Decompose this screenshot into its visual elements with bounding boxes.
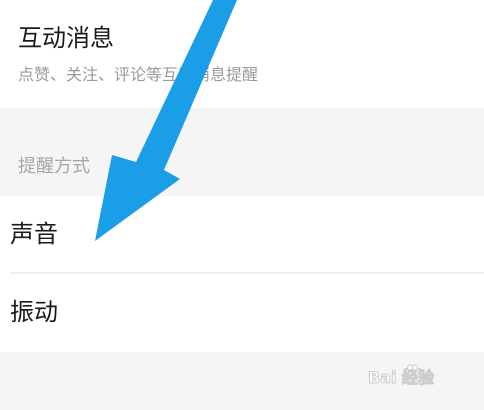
watermark: Bai 经验 [366,362,462,392]
interactive-message-card[interactable]: 互动消息 点赞、关注、评论等互动消息提醒 [0,0,484,108]
reminder-method-header: 提醒方式 [18,156,90,177]
vibration-option-label: 振动 [10,298,58,326]
sound-option[interactable]: 声音 [0,196,484,272]
interactive-message-title: 互动消息 [18,24,114,52]
reminder-options-card: 声音 振动 [0,196,484,352]
sound-option-label: 声音 [10,220,58,248]
watermark-text: Bai 经验 [367,368,435,388]
vibration-option[interactable]: 振动 [0,274,484,350]
interactive-message-description: 点赞、关注、评论等互动消息提醒 [18,65,259,84]
paw-icon [403,364,422,383]
